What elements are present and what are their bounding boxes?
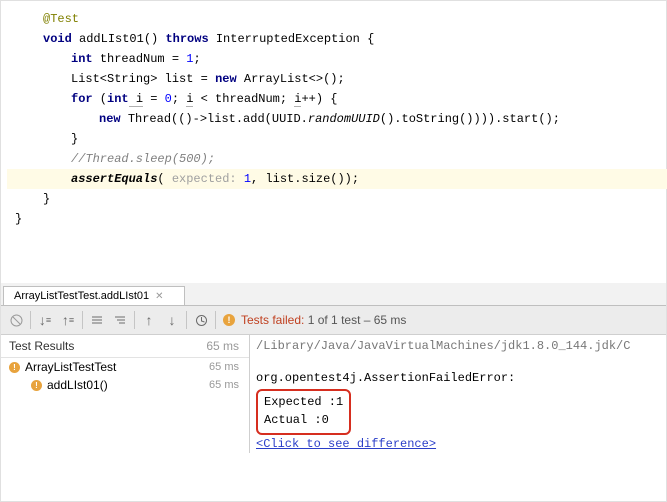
- separator: [134, 311, 135, 329]
- code-editor[interactable]: @Test void addLIst01() throws Interrupte…: [1, 1, 666, 229]
- tree-node-label: addLIst01(): [47, 378, 108, 392]
- code-line: }: [7, 129, 660, 149]
- expand-all-icon[interactable]: [86, 309, 108, 331]
- diff-link[interactable]: <Click to see difference>: [256, 437, 436, 451]
- run-tab-bar: ArrayListTestTest.addLIst01 ✕: [1, 283, 666, 306]
- import-icon[interactable]: [190, 309, 212, 331]
- sort-up-icon[interactable]: ↑≡: [57, 309, 79, 331]
- run-tab-label: ArrayListTestTest.addLIst01: [14, 290, 149, 302]
- status-count: 1 of 1 test – 65 ms: [304, 313, 406, 327]
- run-tab[interactable]: ArrayListTestTest.addLIst01 ✕: [3, 286, 185, 305]
- prev-failed-icon[interactable]: ↑: [138, 309, 160, 331]
- test-status: ! Tests failed: 1 of 1 test – 65 ms: [223, 313, 406, 327]
- code-line: }: [7, 189, 660, 209]
- code-line: @Test: [7, 9, 660, 29]
- tree-header-label: Test Results: [9, 339, 74, 353]
- code-line: List<String> list = new ArrayList<>();: [7, 69, 660, 89]
- next-failed-icon[interactable]: ↓: [161, 309, 183, 331]
- console-path: /Library/Java/JavaVirtualMachines/jdk1.8…: [256, 337, 660, 355]
- test-toolbar: ↓≡ ↑≡ ↑ ↓ ! Tests failed: 1 of 1 test – …: [1, 306, 666, 335]
- highlighted-line: assertEquals( expected: 1, list.size());: [7, 169, 667, 189]
- tree-node-label: ArrayListTestTest: [25, 360, 116, 374]
- separator: [82, 311, 83, 329]
- code-line: }: [7, 209, 660, 229]
- code-line: int threadNum = 1;: [7, 49, 660, 69]
- sort-down-icon[interactable]: ↓≡: [34, 309, 56, 331]
- collapse-all-icon[interactable]: [109, 309, 131, 331]
- console-output[interactable]: /Library/Java/JavaVirtualMachines/jdk1.8…: [250, 335, 666, 453]
- stop-icon[interactable]: [5, 309, 27, 331]
- fail-indicator-icon: !: [9, 362, 20, 373]
- tree-row-class[interactable]: ! ArrayListTestTest 65 ms: [1, 358, 249, 376]
- code-line: //Thread.sleep(500);: [7, 149, 660, 169]
- tree-node-time: 65 ms: [209, 361, 239, 373]
- tree-header: Test Results 65 ms: [1, 335, 249, 358]
- code-line: new Thread(()->list.add(UUID.randomUUID(…: [7, 109, 660, 129]
- annotation: @Test: [43, 12, 79, 26]
- separator: [186, 311, 187, 329]
- expected-line: Expected :1: [264, 393, 343, 411]
- test-tree[interactable]: Test Results 65 ms ! ArrayListTestTest 65…: [1, 335, 250, 453]
- test-results-panel: Test Results 65 ms ! ArrayListTestTest 65…: [1, 335, 666, 453]
- diff-highlight-box: Expected :1 Actual :0: [256, 389, 351, 435]
- actual-line: Actual :0: [264, 411, 343, 429]
- tree-row-method[interactable]: ! addLIst01() 65 ms: [1, 376, 249, 394]
- tree-node-time: 65 ms: [209, 379, 239, 391]
- close-icon[interactable]: ✕: [155, 291, 163, 302]
- fail-indicator-icon: !: [223, 314, 235, 326]
- code-line: for (int i = 0; i < threadNum; i++) {: [7, 89, 660, 109]
- tree-header-time: 65 ms: [206, 339, 239, 353]
- code-line: void addLIst01() throws InterruptedExcep…: [7, 29, 660, 49]
- separator: [30, 311, 31, 329]
- console-error-class: org.opentest4j.AssertionFailedError:: [256, 369, 660, 387]
- status-prefix: Tests failed:: [241, 313, 304, 327]
- fail-indicator-icon: !: [31, 380, 42, 391]
- separator: [215, 311, 216, 329]
